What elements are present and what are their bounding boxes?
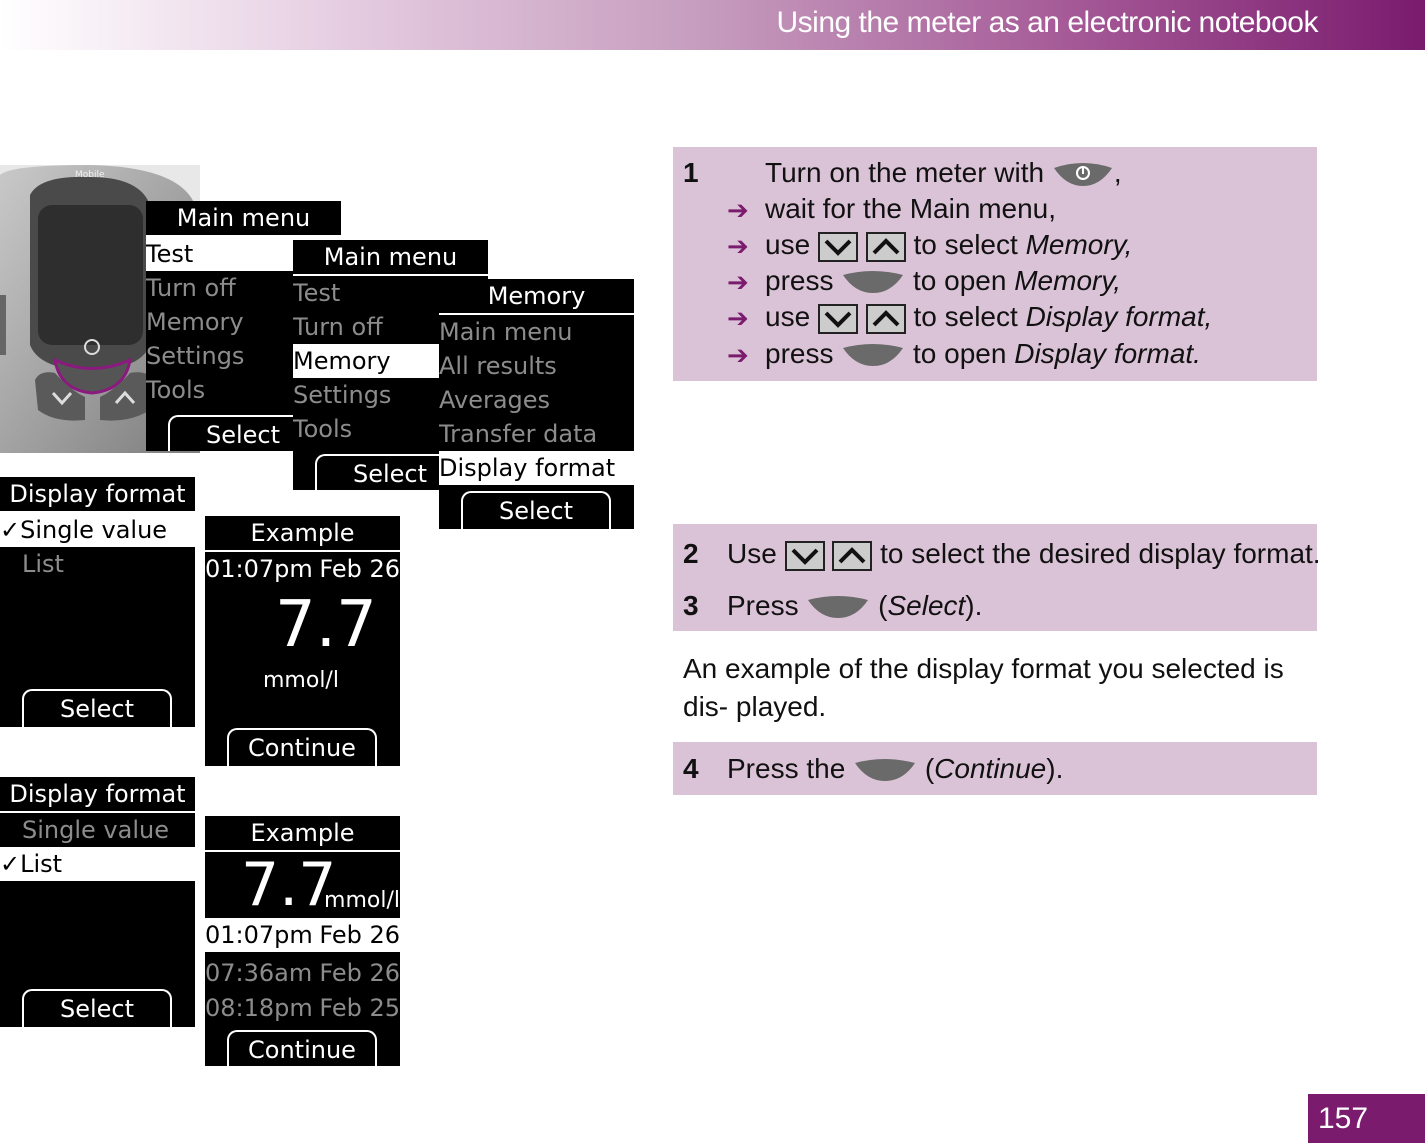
screen-title: Display format	[0, 477, 195, 513]
screen-memory: Memory Main menu All results Averages Tr…	[439, 279, 634, 529]
arrow-icon: ➔	[727, 231, 749, 261]
result-time: 01:07pm	[205, 555, 313, 583]
select-button[interactable]: Select	[461, 491, 611, 529]
result-row[interactable]: 08:18pm Feb 25	[205, 991, 400, 1025]
step-1-line-2: wait for the Main menu,	[765, 193, 1057, 224]
select-key-icon	[843, 343, 904, 366]
result-value: 7.7	[275, 588, 377, 662]
up-button-icon	[832, 540, 873, 571]
result-time: 08:18pm	[205, 994, 313, 1022]
option-list[interactable]: List	[0, 547, 195, 581]
screen-display-format-2: Display format Single value ✓List Select	[0, 777, 195, 1027]
option-list[interactable]: ✓List	[0, 847, 195, 881]
result-date: Feb 26	[319, 921, 400, 949]
result-row[interactable]: 07:36am Feb 26	[205, 956, 400, 990]
result-time: 07:36am	[205, 959, 313, 987]
screen-example-1: Example 01:07pm Feb 26 7.7 mmol/l Contin…	[205, 516, 400, 766]
description-paragraph: An example of the display format you sel…	[683, 653, 1284, 722]
menu-item-all-results[interactable]: All results	[439, 349, 634, 383]
screen-title: Main menu	[146, 201, 341, 237]
result-time: 01:07pm	[205, 921, 313, 949]
select-key-icon	[808, 595, 869, 618]
screen-title: Main menu	[293, 240, 488, 276]
step-number: 2	[683, 538, 699, 569]
continue-button[interactable]: Continue	[227, 1030, 377, 1066]
result-unit: mmol/l	[263, 668, 339, 693]
result-value: 7.7	[241, 850, 337, 920]
step-1-line-1: Turn on the meter with ,	[765, 157, 1122, 188]
select-button[interactable]: Select	[22, 989, 172, 1027]
result-date: Feb 26	[319, 959, 400, 987]
menu-item-main-menu[interactable]: Main menu	[439, 315, 634, 349]
step-1-line-4: press to open Memory,	[765, 265, 1122, 296]
down-button-icon	[817, 231, 858, 262]
up-button-icon	[865, 231, 906, 262]
step-1-line-3: use to select Memory,	[765, 229, 1133, 262]
screen-display-format-1: Display format ✓Single value List Select	[0, 477, 195, 727]
option-single-value[interactable]: ✓Single value	[0, 513, 195, 547]
step-1-line-5: use to select Display format,	[765, 301, 1213, 334]
select-key-icon	[855, 758, 916, 781]
step-number: 4	[683, 753, 699, 784]
step-number: 1	[683, 157, 699, 188]
step-1-panel: 1 Turn on the meter with , ➔ wait for th…	[673, 147, 1317, 381]
arrow-icon: ➔	[727, 303, 749, 333]
step-number: 3	[683, 590, 699, 621]
menu-item-transfer-data[interactable]: Transfer data	[439, 417, 634, 451]
screen-title: Example	[205, 516, 400, 552]
screen-title: Example	[205, 816, 400, 852]
arrow-icon: ➔	[727, 340, 749, 370]
step-2-3-panel: 2 Use to select the desired display form…	[673, 524, 1321, 631]
page-number: 157	[1308, 1094, 1425, 1143]
select-key-icon	[843, 270, 904, 293]
up-button-icon	[865, 303, 906, 334]
step-2-line: Use to select the desired display format…	[727, 538, 1321, 571]
step-4-line: Press the (Continue).	[727, 753, 1064, 784]
result-unit: mmol/l	[324, 888, 400, 913]
step-1-line-6: press to open Display format.	[765, 338, 1201, 369]
power-button-icon	[1053, 162, 1112, 186]
menu-item-averages[interactable]: Averages	[439, 383, 634, 417]
result-timestamp: 01:07pm Feb 26	[205, 552, 400, 586]
select-button[interactable]: Select	[22, 689, 172, 727]
continue-button[interactable]: Continue	[227, 728, 377, 766]
arrow-icon: ➔	[727, 195, 749, 225]
down-button-icon	[784, 540, 825, 571]
screen-title: Memory	[439, 279, 634, 315]
header-title: Using the meter as an electronic noteboo…	[776, 6, 1319, 39]
screen-title: Display format	[0, 777, 195, 813]
menu-item-display-format[interactable]: Display format	[439, 451, 634, 485]
option-single-value[interactable]: Single value	[0, 813, 195, 847]
step-4-panel: 4 Press the (Continue).	[673, 742, 1317, 795]
result-row[interactable]: 01:07pm Feb 26	[205, 918, 400, 952]
step-3-line: Press (Select).	[727, 590, 983, 621]
arrow-icon: ➔	[727, 267, 749, 297]
result-date: Feb 26	[319, 555, 400, 583]
result-date: Feb 25	[319, 994, 400, 1022]
meter-brand-label: Mobile	[75, 170, 105, 180]
screen-example-2: Example 7.7 mmol/l 01:07pm Feb 26 07:36a…	[205, 816, 400, 1066]
down-button-icon	[817, 303, 858, 334]
